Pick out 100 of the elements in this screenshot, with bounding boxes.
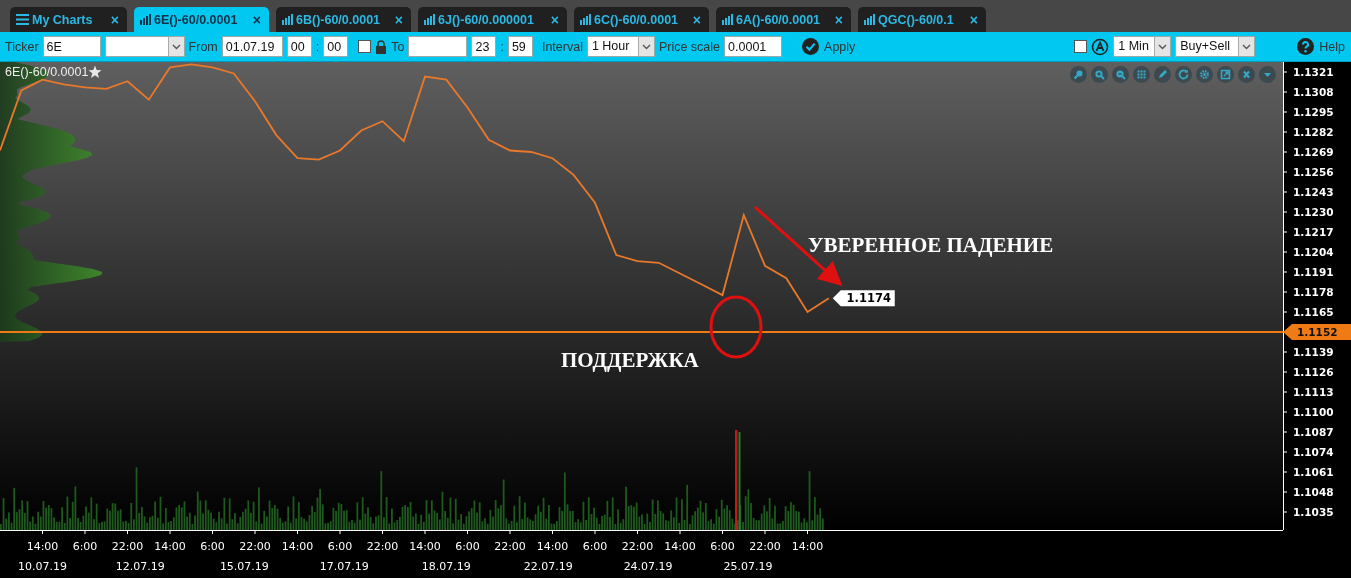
annotation-text: ПОДДЕРЖКА — [561, 348, 699, 372]
current-price-label: 1.1152 — [1283, 324, 1351, 340]
price-tick-label: 1.1048 — [1293, 486, 1334, 498]
to-hour-field[interactable]: 23 — [471, 36, 497, 57]
zoom-in-icon[interactable] — [1091, 66, 1108, 83]
highlight-ellipse — [709, 295, 763, 359]
price-tick-label: 1.1061 — [1293, 466, 1334, 478]
bar-chart-icon — [580, 14, 591, 25]
price-tick-label: 1.1100 — [1293, 406, 1334, 418]
date-label: 25.07.19 — [723, 560, 773, 573]
zoom-out-icon[interactable] — [1112, 66, 1129, 83]
menu-icon — [16, 14, 29, 25]
auto-checkbox[interactable] — [1074, 40, 1088, 53]
time-tick-label: 6:00 — [455, 540, 480, 553]
bar-chart-icon — [864, 14, 875, 25]
bar-chart-icon — [140, 14, 151, 25]
lock-icon — [375, 39, 388, 54]
pencil-icon[interactable] — [1154, 66, 1171, 83]
dropdown-icon[interactable] — [1259, 66, 1276, 83]
chart-tab[interactable]: 6C()-60/0.0001 × — [574, 7, 709, 32]
tab-close[interactable]: × — [550, 11, 559, 28]
bar-chart-icon — [722, 14, 733, 25]
expand-icon[interactable] — [1217, 66, 1234, 83]
interval-select[interactable]: 1 Hour — [586, 36, 655, 57]
time-tick-label: 14:00 — [791, 540, 824, 553]
price-tick-label: 1.1217 — [1293, 226, 1334, 238]
ticker-select[interactable] — [104, 36, 185, 57]
date-label: 12.07.19 — [115, 560, 165, 573]
time-tick-label: 14:00 — [409, 540, 441, 553]
time-tick-label: 22:00 — [239, 540, 271, 553]
time-tick-label: 14:00 — [154, 540, 186, 553]
help-icon — [1297, 38, 1315, 55]
close-icon[interactable] — [1238, 66, 1255, 83]
to-label: To — [391, 39, 405, 54]
price-tick-label: 1.1321 — [1293, 66, 1334, 78]
price-scale-field[interactable]: 0.0001 — [724, 36, 783, 57]
auto-icon[interactable] — [1091, 37, 1110, 56]
refresh-icon[interactable] — [1175, 66, 1192, 83]
chart-tab[interactable]: My Charts × — [10, 7, 127, 32]
annotation-text: УВЕРЕННОЕ ПАДЕНИЕ — [808, 233, 1054, 257]
to-date-field[interactable] — [408, 36, 468, 57]
tab-label: 6J()-60/0.000001 — [438, 12, 535, 27]
time-tick-label: 6:00 — [710, 540, 735, 553]
from-date-field[interactable]: 01.07.19 — [221, 36, 283, 57]
bar-chart-icon — [424, 14, 435, 25]
time-tick-label: 22:00 — [621, 540, 654, 553]
from-label: From — [188, 39, 218, 54]
tab-close[interactable]: × — [252, 11, 261, 28]
last-price-label: 1.1174 — [832, 290, 895, 307]
price-scale-label: Price scale — [658, 39, 721, 54]
date-label: 15.07.19 — [219, 560, 269, 573]
from-minute-field[interactable]: 00 — [323, 36, 349, 57]
time-separator: : — [500, 39, 504, 54]
chart-tab[interactable]: 6B()-60/0.0001 × — [276, 7, 411, 32]
time-tick-label: 22:00 — [111, 540, 144, 553]
timeframe-select[interactable]: 1 Min — [1113, 36, 1172, 57]
ticker-label: Ticker — [5, 39, 39, 54]
price-tick-label: 1.1087 — [1293, 426, 1334, 438]
time-separator: : — [315, 39, 320, 54]
time-tick-label: 6:00 — [200, 540, 225, 553]
time-tick-label: 14:00 — [536, 540, 569, 553]
price-tick-label: 1.1230 — [1293, 206, 1334, 218]
chart-title: 6E()-60/0.0001 — [5, 65, 89, 79]
tab-label: 6B()-60/0.0001 — [296, 12, 382, 27]
price-tick-label: 1.1308 — [1293, 86, 1334, 98]
star-icon[interactable] — [88, 65, 103, 79]
date-label: 24.07.19 — [623, 560, 673, 573]
caret-icon — [1242, 43, 1252, 50]
bar-chart-icon — [282, 14, 293, 25]
settings-icon[interactable] — [1196, 66, 1213, 83]
chart-tab[interactable]: QGC()-60/0.1 × — [858, 7, 986, 32]
to-minute-field[interactable]: 59 — [507, 36, 533, 57]
to-checkbox[interactable] — [358, 40, 372, 53]
price-tick-label: 1.1113 — [1293, 386, 1334, 398]
tab-close[interactable]: × — [394, 11, 403, 28]
price-tick-label: 1.1178 — [1293, 286, 1334, 298]
time-tick-label: 22:00 — [366, 540, 399, 553]
time-tick-label: 6:00 — [327, 540, 353, 553]
tab-close[interactable]: × — [110, 11, 119, 28]
tab-close[interactable]: × — [834, 11, 843, 28]
apply-button[interactable]: Apply — [800, 38, 858, 55]
ticker-field[interactable]: 6E — [42, 36, 101, 57]
tab-label: 6C()-60/0.0001 — [594, 12, 680, 27]
search-icon[interactable] — [1070, 66, 1087, 83]
chart-tab[interactable]: 6E()-60/0.0001 × — [134, 7, 269, 32]
chart-tab[interactable]: 6A()-60/0.0001 × — [716, 7, 851, 32]
price-tick-label: 1.1191 — [1293, 266, 1334, 278]
from-hour-field[interactable]: 00 — [286, 36, 312, 57]
time-tick-label: 22:00 — [494, 540, 526, 553]
tab-label: QGC()-60/0.1 — [878, 12, 955, 27]
tab-close[interactable]: × — [692, 11, 701, 28]
grid-icon[interactable] — [1133, 66, 1150, 83]
time-tick-label: 6:00 — [72, 540, 98, 553]
side-select[interactable]: Buy+Sell — [1175, 36, 1256, 57]
chart-tab[interactable]: 6J()-60/0.000001 × — [418, 7, 567, 32]
caret-icon — [641, 43, 651, 50]
price-tick-label: 1.1126 — [1293, 366, 1334, 378]
help-button[interactable]: Help — [1295, 38, 1347, 55]
tab-close[interactable]: × — [969, 11, 978, 28]
price-tick-label: 1.1256 — [1293, 166, 1334, 178]
